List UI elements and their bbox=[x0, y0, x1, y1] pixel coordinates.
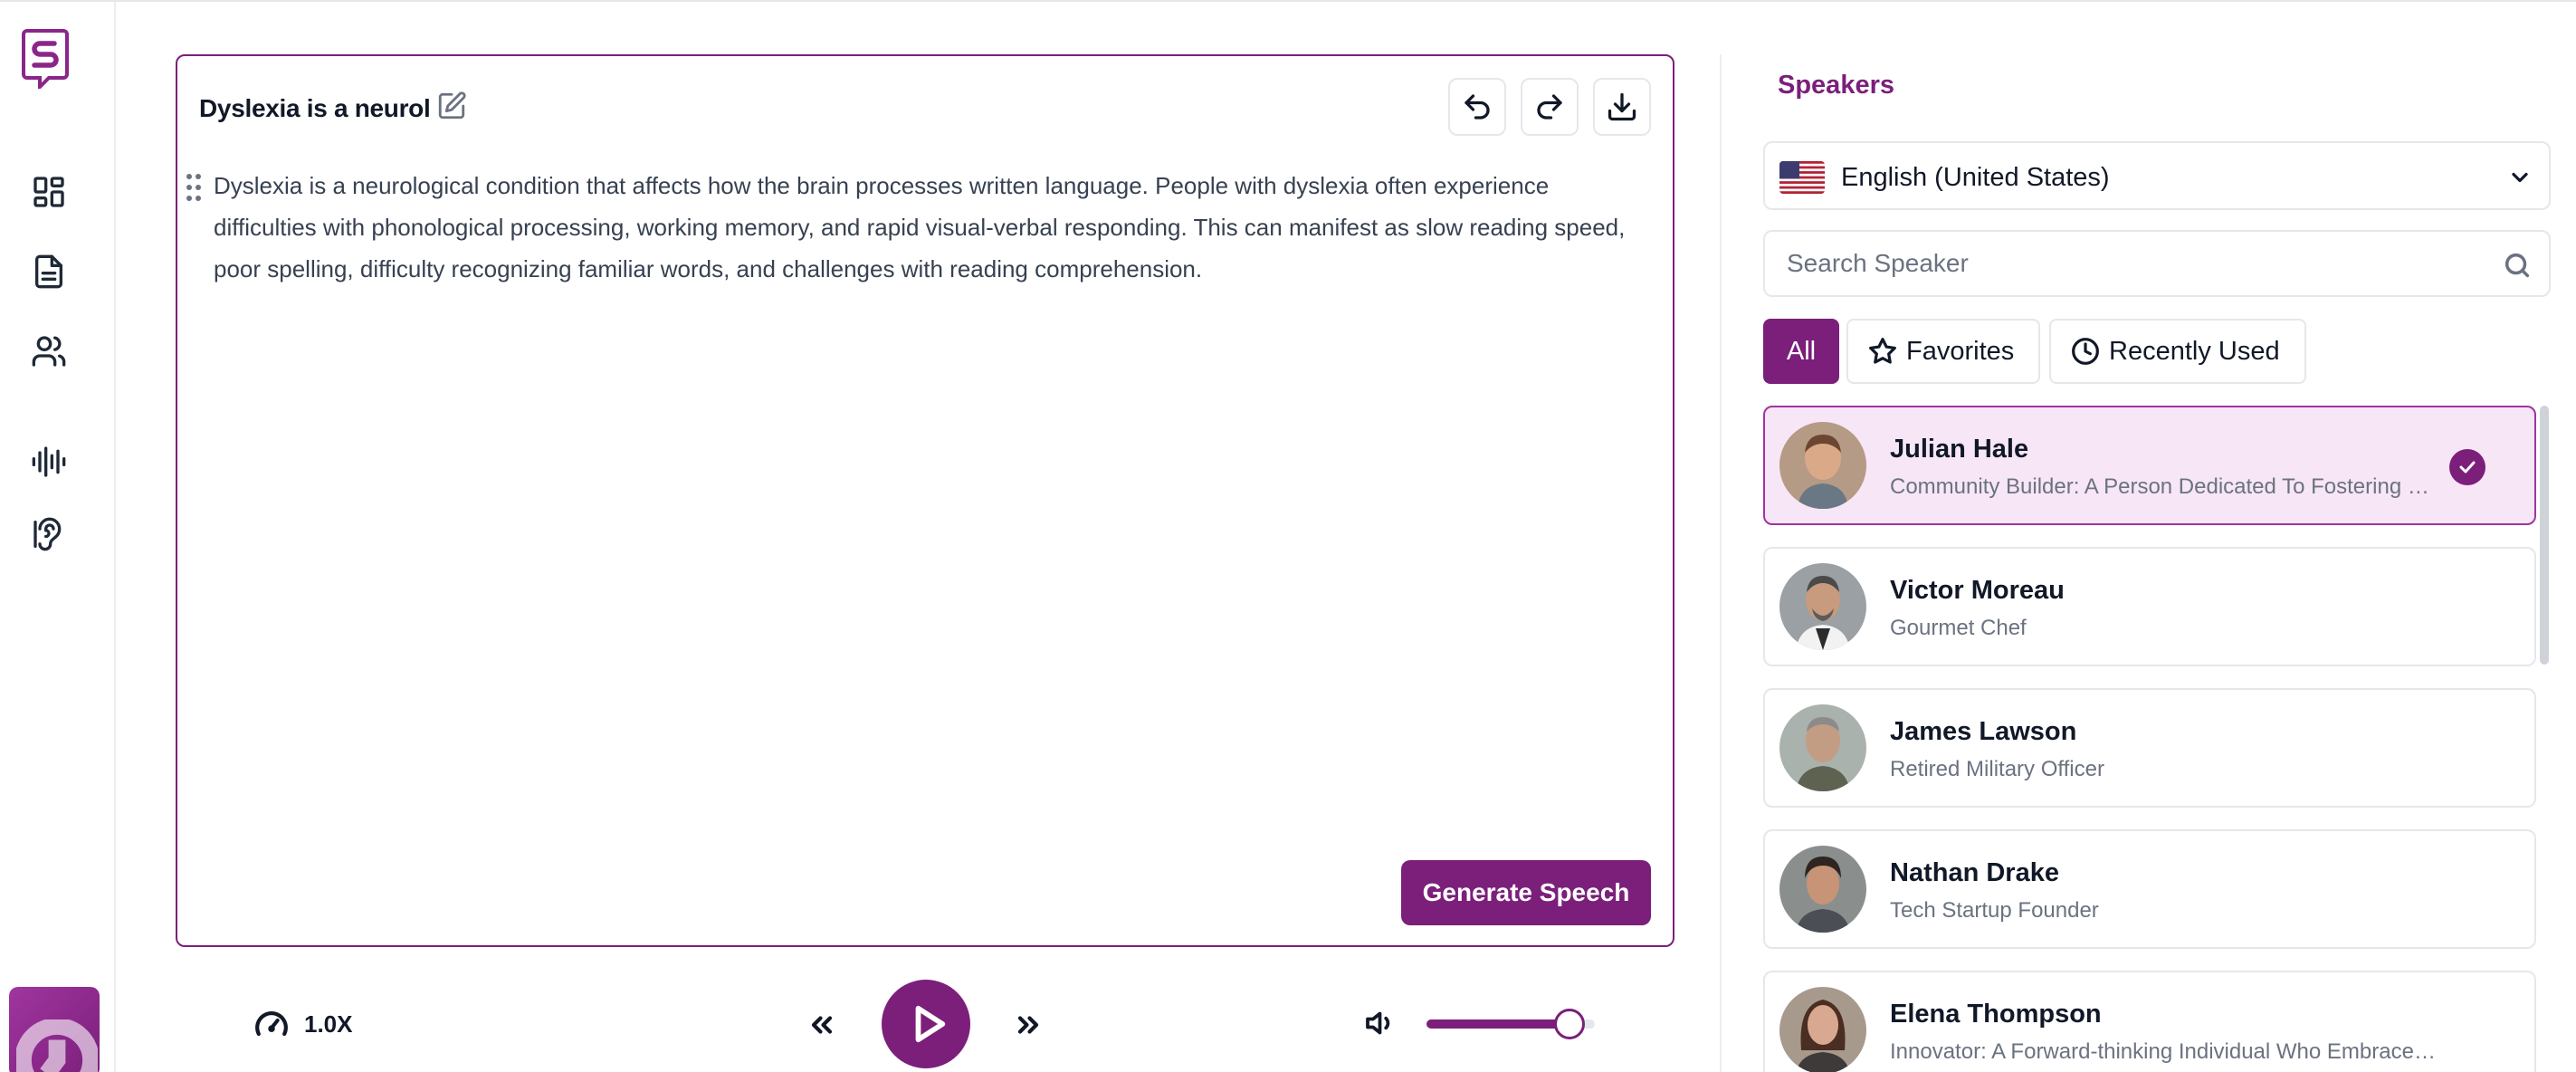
scrollbar-thumb[interactable] bbox=[2540, 406, 2549, 665]
filter-recent-tab[interactable]: Recently Used bbox=[2049, 319, 2306, 384]
download-button[interactable] bbox=[1593, 78, 1651, 136]
language-label: English (United States) bbox=[1841, 163, 2110, 192]
avatar bbox=[1779, 704, 1866, 791]
playback-speed[interactable]: 1.0X bbox=[304, 1010, 353, 1038]
avatar bbox=[1779, 846, 1866, 933]
star-icon bbox=[1869, 338, 1896, 364]
volume-slider[interactable] bbox=[1426, 1009, 1595, 1039]
edit-title-icon[interactable] bbox=[436, 91, 469, 123]
speed-gauge-icon[interactable] bbox=[253, 1007, 290, 1043]
app-logo[interactable] bbox=[22, 29, 69, 91]
avatar bbox=[1779, 563, 1866, 650]
volume-fill bbox=[1426, 1019, 1570, 1029]
speakers-heading: Speakers bbox=[1778, 71, 1894, 100]
sidebar bbox=[0, 2, 116, 1072]
speaker-name: Victor Moreau bbox=[1890, 576, 2065, 605]
audio-waveform-icon[interactable] bbox=[27, 440, 71, 483]
drag-handle-icon[interactable] bbox=[185, 174, 205, 206]
chevrons-left-icon bbox=[811, 1016, 833, 1034]
speaker-description: Retired Military Officer bbox=[1890, 757, 2104, 781]
document-icon[interactable] bbox=[27, 250, 71, 293]
language-select[interactable]: English (United States) bbox=[1763, 141, 2551, 210]
document-text[interactable]: Dyslexia is a neurological condition tha… bbox=[214, 165, 1653, 290]
dashboard-icon[interactable] bbox=[27, 170, 71, 214]
history-button[interactable] bbox=[9, 987, 100, 1072]
voice-clone-icon[interactable] bbox=[27, 512, 71, 556]
speaker-description: Tech Startup Founder bbox=[1890, 898, 2099, 923]
speaker-card[interactable]: Julian Hale Community Builder: A Person … bbox=[1763, 406, 2536, 525]
speaker-card[interactable]: Elena Thompson Innovator: A Forward-thin… bbox=[1763, 971, 2536, 1072]
speaker-name: Nathan Drake bbox=[1890, 858, 2059, 887]
generate-speech-button[interactable]: Generate Speech bbox=[1401, 860, 1651, 925]
volume-icon[interactable] bbox=[1365, 1007, 1401, 1043]
app-window: Dyslexia is a neurol Dyslexia is a neuro… bbox=[0, 0, 2576, 1072]
clock-icon bbox=[2072, 338, 2099, 365]
undo-button[interactable] bbox=[1448, 78, 1506, 136]
search-speaker-input[interactable] bbox=[1767, 234, 2473, 293]
document-title[interactable]: Dyslexia is a neurol bbox=[199, 94, 431, 123]
clock-icon bbox=[16, 1019, 98, 1072]
speaker-list: Julian Hale Community Builder: A Person … bbox=[1763, 406, 2540, 1072]
fast-forward-button[interactable] bbox=[1008, 1005, 1048, 1045]
volume-thumb[interactable] bbox=[1554, 1009, 1586, 1039]
download-icon bbox=[1608, 92, 1636, 121]
search-speaker-box bbox=[1763, 230, 2551, 297]
undo-icon bbox=[1465, 94, 1490, 120]
avatar bbox=[1779, 987, 1866, 1072]
chevron-down-icon bbox=[2507, 165, 2533, 190]
recent-label: Recently Used bbox=[2109, 336, 2280, 366]
users-icon[interactable] bbox=[27, 330, 71, 373]
speaker-card[interactable]: Victor Moreau Gourmet Chef bbox=[1763, 547, 2536, 666]
filter-all-tab[interactable]: All bbox=[1763, 319, 1839, 384]
speaker-description: Community Builder: A Person Dedicated To… bbox=[1890, 474, 2442, 499]
speaker-description: Gourmet Chef bbox=[1890, 616, 2027, 640]
speaker-name: Elena Thompson bbox=[1890, 1000, 2102, 1029]
speaker-list-scrollbar[interactable] bbox=[2540, 406, 2551, 1072]
chevrons-right-icon bbox=[1017, 1016, 1039, 1034]
selected-check-icon bbox=[2449, 449, 2485, 485]
play-button[interactable] bbox=[882, 980, 970, 1068]
panel-divider bbox=[1720, 54, 1722, 1072]
speaker-card[interactable]: James Lawson Retired Military Officer bbox=[1763, 688, 2536, 808]
search-icon[interactable] bbox=[2502, 250, 2533, 281]
speaker-name: Julian Hale bbox=[1890, 435, 2029, 464]
audio-player: 1.0X bbox=[176, 971, 1674, 1072]
filter-favorites-tab[interactable]: Favorites bbox=[1846, 319, 2040, 384]
redo-button[interactable] bbox=[1521, 78, 1579, 136]
redo-icon bbox=[1537, 94, 1562, 120]
speaker-card[interactable]: Nathan Drake Tech Startup Founder bbox=[1763, 829, 2536, 949]
play-icon bbox=[915, 1005, 946, 1043]
avatar bbox=[1779, 422, 1866, 509]
us-flag-icon bbox=[1779, 161, 1825, 194]
speaker-description: Innovator: A Forward-thinking Individual… bbox=[1890, 1039, 2442, 1064]
favorites-label: Favorites bbox=[1906, 336, 2015, 366]
rewind-button[interactable] bbox=[802, 1005, 842, 1045]
speaker-name: James Lawson bbox=[1890, 717, 2077, 746]
text-editor: Dyslexia is a neurol Dyslexia is a neuro… bbox=[176, 54, 1674, 947]
